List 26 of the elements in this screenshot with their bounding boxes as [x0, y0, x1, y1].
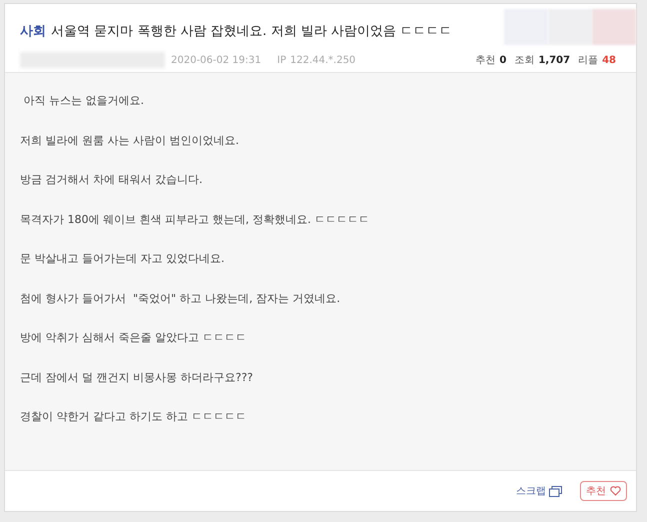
body-text: 목격자가 180에 웨이브 흰색 피부라고 했는데, 정확했네요. ㄷㄷㄷㄷㄷ — [20, 212, 370, 228]
stat-value: 48 — [602, 55, 616, 66]
heart-icon — [610, 486, 621, 496]
stat-label: 조회 — [514, 54, 534, 67]
post-title: 서울역 묻지마 폭행한 사람 잡혔네요. 저희 빌라 사람이었음 ㄷㄷㄷㄷ — [51, 23, 452, 40]
scrap-link[interactable]: 스크랩 — [516, 484, 546, 498]
body-text: 저희 빌라에 원룸 사는 사람이 범인이었네요. — [20, 132, 240, 148]
body-text: 방에 악취가 심해서 죽은줄 알았다고 ㄷㄷㄷㄷ — [20, 330, 248, 346]
stat-label: 추천 — [475, 54, 496, 67]
blurred-block — [548, 9, 592, 45]
ip-label: IP — [277, 54, 286, 66]
body-text: 방금 검거해서 차에 태워서 갔습니다. — [20, 172, 204, 188]
scrap-icon[interactable] — [549, 486, 562, 496]
blurred-block — [592, 9, 636, 45]
stat-label: 리플 — [578, 54, 598, 67]
body-text: 아직 뉴스는 없을거에요. — [22, 93, 145, 109]
body-text: 첨에 형사가 들어가서 "죽었어" 하고 나왔는데, 잠자는 거였네요. — [20, 290, 342, 306]
post-datetime: 2020-06-02 19:31 — [171, 54, 262, 66]
stat-value: 1,707 — [538, 55, 570, 66]
stat-value: 0 — [499, 55, 506, 66]
recommend-button[interactable]: 추천 — [580, 481, 627, 501]
category-link[interactable]: 사회 — [20, 22, 46, 40]
body-text: 경찰이 약한거 같다고 하기도 하고 ㄷㄷㄷㄷㄷ — [20, 409, 248, 425]
body-text: 문 박살내고 들어가는데 자고 있었다네요. — [20, 251, 226, 267]
body-text: 근데 잠에서 덜 깬건지 비몽사몽 하더라구요??? — [20, 370, 254, 386]
ip-address: 122.44.*.250 — [290, 54, 356, 66]
